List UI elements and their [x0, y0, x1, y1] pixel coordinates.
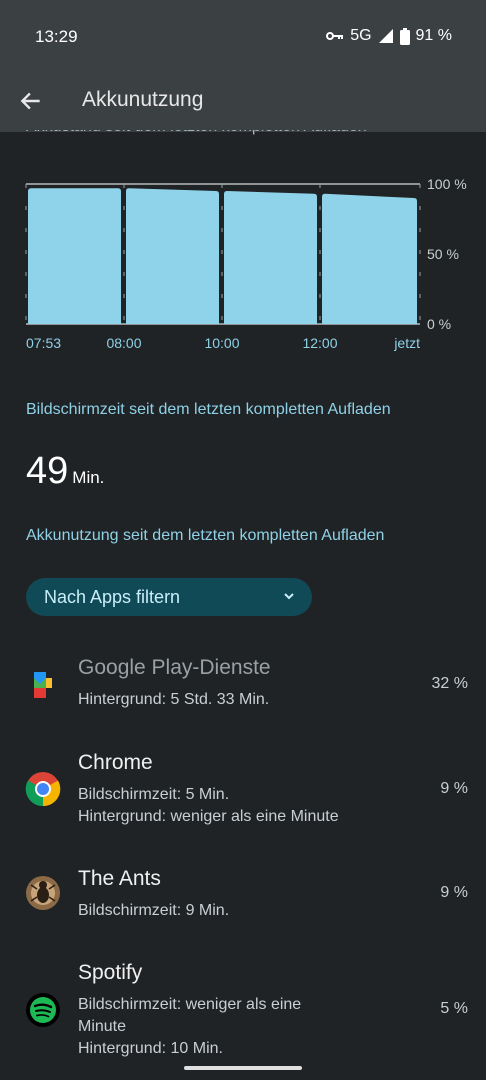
- chart-x-tick-label: 10:00: [204, 335, 239, 351]
- screen-time-unit: Min.: [72, 468, 105, 487]
- chart-x-tick-label: 12:00: [302, 335, 337, 351]
- network-type: 5G: [350, 27, 372, 44]
- screen-time-value: 49 Min.: [26, 450, 104, 493]
- google-play-services-icon: [34, 672, 52, 698]
- app-detail-line: Bildschirmzeit: 5 Min.: [78, 786, 230, 803]
- status-time: 13:29: [35, 27, 78, 46]
- app-percent: 5 %: [440, 1000, 468, 1017]
- app-detail-line: Bildschirmzeit: 9 Min.: [78, 902, 230, 919]
- chart-x-tick-label: jetzt: [393, 335, 420, 351]
- usage-heading: Akkunutzung seit dem letzten kompletten …: [26, 527, 385, 544]
- chart-bar-0: [28, 188, 121, 324]
- app-detail-line: Minute: [78, 1018, 127, 1035]
- home-indicator: [184, 1066, 302, 1070]
- chrome-icon: [25, 772, 61, 807]
- chart-y-tick-label: 50 %: [427, 246, 459, 262]
- filter-label: Nach Apps filtern: [44, 587, 181, 607]
- app-detail-line: Hintergrund: 5 Std. 33 Min.: [78, 691, 270, 708]
- app-name: The Ants: [78, 867, 161, 890]
- spotify-icon: [26, 993, 60, 1027]
- app-detail-line: Hintergrund: weniger als eine Minute: [78, 808, 339, 825]
- app-percent: 9 %: [440, 884, 468, 901]
- chart-bar-1: [126, 188, 219, 324]
- chevron-down-icon: [284, 593, 294, 600]
- battery-level-chart: 100 % 50 % 0 % 07:53 08:00 10:00 12:00 jetzt: [25, 176, 467, 351]
- battery-percent: 91 %: [415, 27, 452, 44]
- chart-x-tick-label: 08:00: [106, 335, 141, 351]
- page-title: Akkunutzung: [82, 88, 204, 111]
- app-row-the-ants[interactable]: The Ants Bildschirmzeit: 9 Min. 9 %: [0, 867, 486, 927]
- app-row-google-play-services[interactable]: Google Play-Dienste Hintergrund: 5 Std. …: [0, 656, 486, 716]
- app-percent: 32 %: [431, 675, 468, 692]
- screen-time-heading: Bildschirmzeit seit dem letzten komplett…: [26, 401, 391, 418]
- chart-y-tick-label: 0 %: [427, 316, 451, 332]
- status-icons: 5G 91 %: [326, 27, 452, 45]
- back-arrow-icon[interactable]: [18, 88, 44, 114]
- app-detail-line: Hintergrund: 10 Min.: [78, 1040, 223, 1057]
- the-ants-icon: [26, 876, 60, 910]
- app-detail-line: Bildschirmzeit: weniger als eine: [78, 996, 302, 1013]
- app-percent: 9 %: [440, 780, 468, 797]
- app-bar: Akkunutzung: [0, 70, 486, 132]
- filter-apps-dropdown[interactable]: Nach Apps filtern: [26, 578, 312, 616]
- app-name: Spotify: [78, 961, 143, 984]
- app-name: Google Play-Dienste: [78, 656, 271, 679]
- chart-y-tick-label: 100 %: [427, 176, 467, 192]
- app-name: Chrome: [78, 751, 153, 774]
- status-bar: 13:29 5G 91 %: [0, 0, 486, 70]
- chart-x-tick-label: 07:53: [26, 335, 61, 351]
- chart-bar-2: [224, 191, 317, 324]
- signal-icon: [378, 29, 393, 43]
- battery-icon: [399, 27, 410, 45]
- app-row-spotify[interactable]: Spotify Bildschirmzeit: weniger als eine…: [0, 961, 486, 1061]
- vpn-key-icon: [326, 32, 344, 40]
- screen-time-number: 49: [26, 450, 69, 492]
- chart-bar-3: [322, 193, 417, 324]
- app-row-chrome[interactable]: Chrome Bildschirmzeit: 5 Min. Hintergrun…: [0, 751, 486, 831]
